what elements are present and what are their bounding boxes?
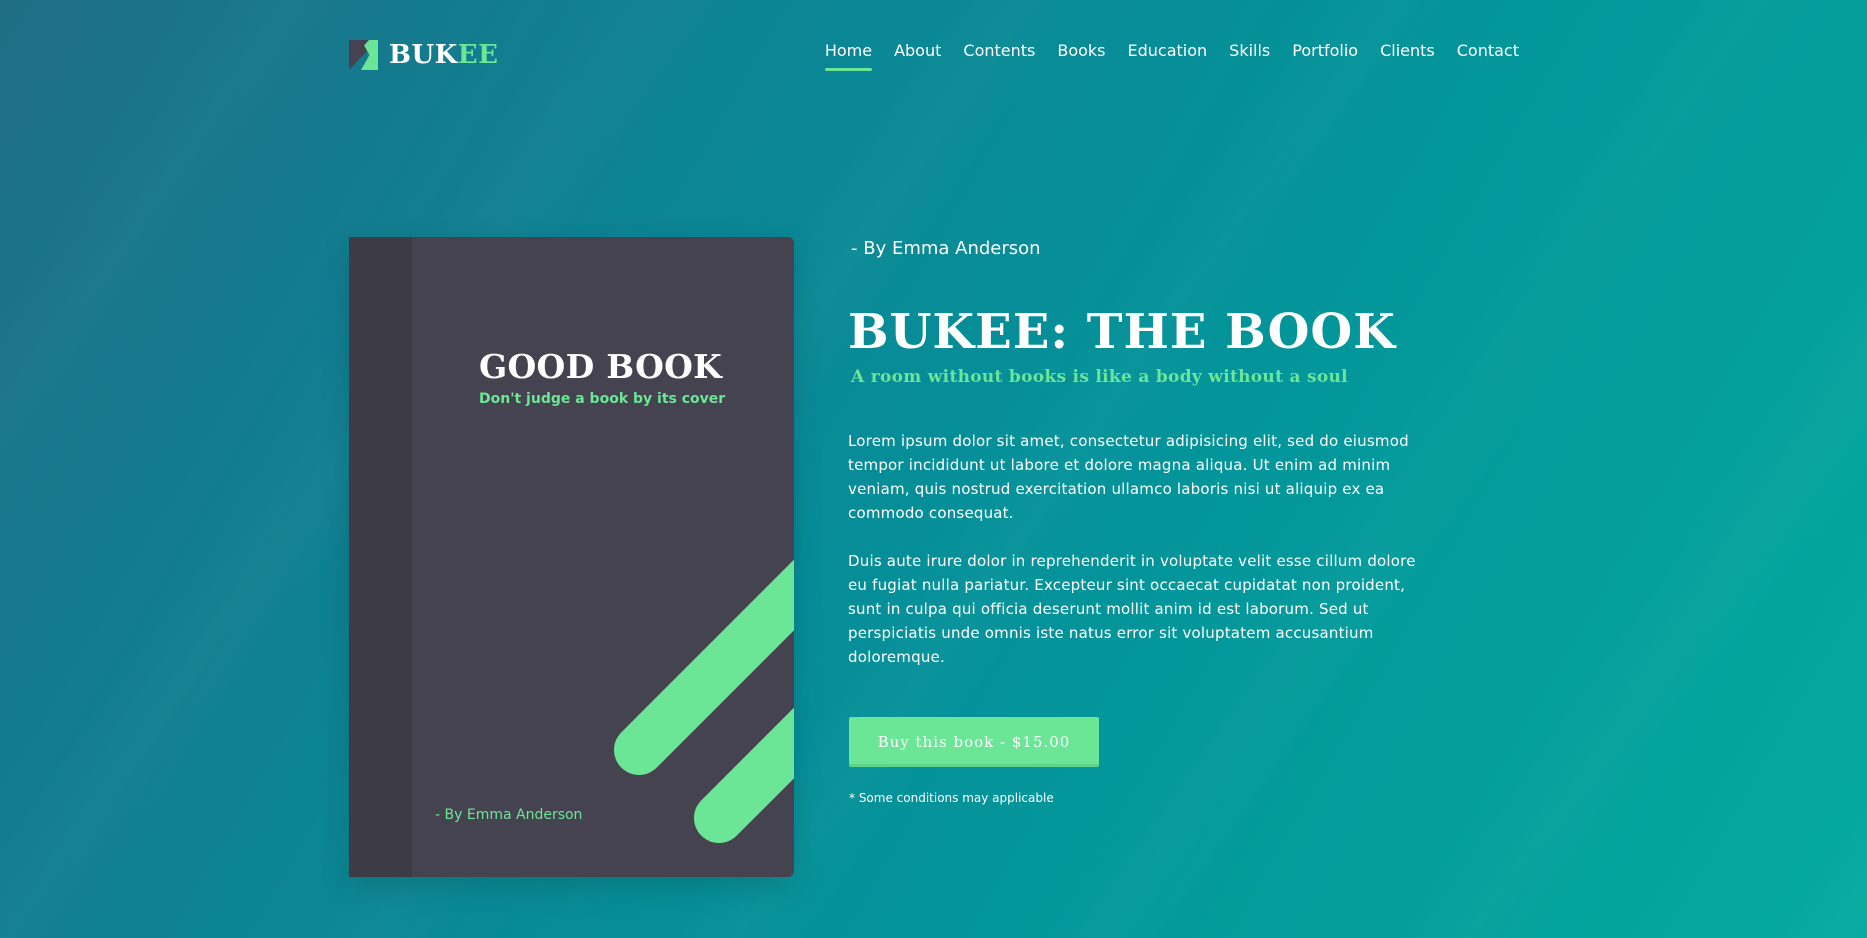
site-logo[interactable]: BUKEE bbox=[349, 40, 498, 70]
conditions-note: * Some conditions may applicable bbox=[849, 791, 1054, 805]
description-paragraph-1: Lorem ipsum dolor sit amet, consectetur … bbox=[848, 432, 1409, 522]
main-nav: Home About Contents Books Education Skil… bbox=[824, 40, 1519, 71]
nav-contact[interactable]: Contact bbox=[1457, 40, 1519, 62]
nav-about[interactable]: About bbox=[894, 40, 941, 62]
logo-text-part2: EE bbox=[457, 40, 499, 70]
page-title: BUKEE: THE BOOK bbox=[848, 304, 1396, 360]
bukee-logo-icon bbox=[349, 40, 378, 70]
nav-home[interactable]: Home bbox=[824, 40, 873, 71]
logo-text-part1: BUK bbox=[389, 40, 458, 70]
nav-clients[interactable]: Clients bbox=[1380, 40, 1435, 62]
book-cover-title: GOOD BOOK bbox=[479, 347, 723, 386]
nav-skills[interactable]: Skills bbox=[1229, 40, 1270, 62]
nav-portfolio[interactable]: Portfolio bbox=[1292, 40, 1358, 62]
buy-book-button[interactable]: Buy this book - $15.00 bbox=[849, 717, 1099, 767]
nav-contents[interactable]: Contents bbox=[963, 40, 1035, 62]
description-paragraph-2: Duis aute irure dolor in reprehenderit i… bbox=[848, 552, 1416, 666]
logo-text: BUKEE bbox=[389, 40, 498, 70]
nav-education[interactable]: Education bbox=[1128, 40, 1208, 62]
author-byline: - By Emma Anderson bbox=[851, 238, 1041, 259]
book-cover-author: - By Emma Anderson bbox=[435, 807, 583, 823]
book-cover: GOOD BOOK Don't judge a book by its cove… bbox=[349, 237, 794, 877]
nav-books[interactable]: Books bbox=[1057, 40, 1105, 62]
book-cover-tagline: Don't judge a book by its cover bbox=[479, 391, 726, 407]
book-cover-stripes bbox=[614, 559, 794, 843]
page-subtitle: A room without books is like a body with… bbox=[851, 367, 1348, 387]
